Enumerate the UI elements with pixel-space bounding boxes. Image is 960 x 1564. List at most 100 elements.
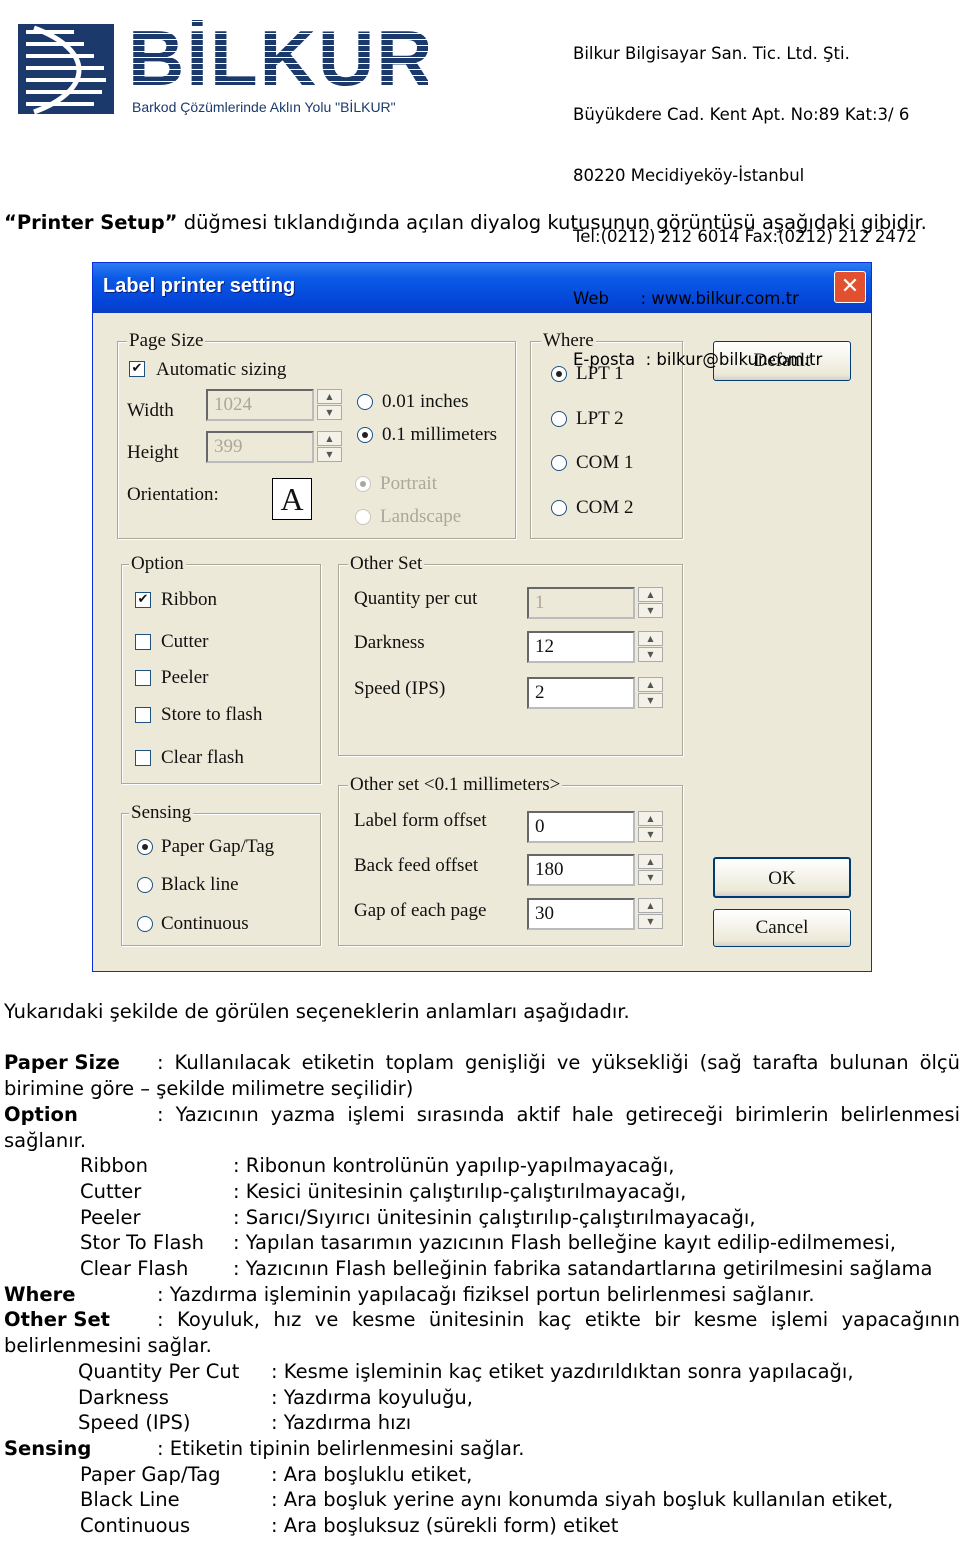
definition: : Etiketin tipinin belirlenmesini sağlar…: [157, 1436, 525, 1460]
port-lpt1-radio[interactable]: [551, 366, 567, 382]
logo-wordmark: BİLKUR: [128, 20, 428, 100]
black-line-label: Black line: [161, 874, 239, 895]
other-set-definition: Other Set: Koyuluk, hız ve kesme ünitesi…: [4, 1307, 960, 1358]
store-to-flash-checkbox[interactable]: [135, 707, 151, 723]
term: Speed (IPS): [78, 1411, 191, 1435]
cutter-label: Cutter: [161, 631, 209, 652]
darkness-input[interactable]: 12: [527, 631, 635, 663]
address-line: Web : www.bilkur.com.tr: [573, 288, 799, 308]
other-set-legend: Other Set: [348, 553, 425, 575]
explanation-section: Yukarıdaki şekilde de görülen seçenekler…: [4, 999, 960, 1539]
orientation-page-icon: A: [272, 478, 312, 520]
gap-each-page-input[interactable]: 30: [527, 898, 635, 930]
logo-slogan: Barkod Çözümlerinde Aklın Yolu "BİLKUR": [132, 99, 396, 115]
landscape-label: Landscape: [380, 506, 462, 527]
option-item: Peeler : Sarıcı/Sıyırıcı ünitesinin çalış…: [4, 1205, 960, 1231]
definition: : Yazıcının Flash belleğinin fabrika sat…: [233, 1257, 933, 1281]
port-lpt2-radio[interactable]: [551, 411, 567, 427]
bilkur-logo: BİLKUR Barkod Çözümlerinde Aklın Yolu "B…: [14, 20, 434, 124]
definition: : Kesme işleminin kaç etiket yazdırıldık…: [271, 1359, 854, 1383]
portrait-label: Portrait: [380, 473, 437, 494]
term: Option: [4, 1102, 78, 1126]
quantity-per-cut-spinner[interactable]: ▲ ▼: [638, 587, 663, 619]
definition: : Sarıcı/Sıyırıcı ünitesinin çalıştırılı…: [233, 1205, 756, 1229]
port-com2-radio[interactable]: [551, 500, 567, 516]
logo-emblem-icon: [18, 24, 114, 115]
speed-label: Speed (IPS): [354, 678, 446, 699]
sensing-item: Black Line: Ara boşluk yerine aynı konum…: [4, 1487, 960, 1513]
port-com1-label: COM 1: [576, 452, 634, 473]
term: Paper Gap/Tag: [80, 1462, 221, 1486]
quantity-per-cut-label: Quantity per cut: [354, 588, 478, 609]
term: Peeler: [80, 1205, 141, 1229]
definition: : Yazdırma hızı: [271, 1411, 412, 1435]
sensing-item: Continuous: Ara boşluksuz (sürekli form)…: [4, 1513, 960, 1539]
definition: : Kesici ünitesinin çalıştırılıp-çalıştı…: [233, 1179, 687, 1203]
height-input[interactable]: 399: [206, 431, 314, 463]
height-label: Height: [127, 442, 179, 463]
peeler-checkbox[interactable]: [135, 670, 151, 686]
port-com1-radio[interactable]: [551, 455, 567, 471]
ribbon-label: Ribbon: [161, 589, 217, 610]
height-spinner[interactable]: ▲ ▼: [317, 431, 342, 463]
portrait-radio[interactable]: [355, 476, 371, 492]
intro-bold: “Printer Setup”: [4, 211, 178, 234]
ok-button[interactable]: OK: [713, 857, 851, 898]
gap-each-page-spinner[interactable]: ▲ ▼: [638, 898, 663, 930]
term: Sensing: [4, 1436, 92, 1460]
definition: : Yazdırma koyuluğu,: [271, 1385, 473, 1409]
address-line: Tel:(0212) 212 6014 Fax:(0212) 212 2472: [573, 227, 917, 247]
orientation-label: Orientation:: [127, 484, 219, 505]
black-line-radio[interactable]: [137, 877, 153, 893]
automatic-sizing-checkbox[interactable]: ✔: [129, 361, 145, 377]
darkness-spinner[interactable]: ▲ ▼: [638, 631, 663, 663]
term: Darkness: [78, 1385, 169, 1409]
unit-mm-label: 0.1 millimeters: [382, 424, 498, 445]
other-set-mm-legend: Other set <0.1 millimeters>: [348, 774, 563, 796]
sensing-definition: Sensing : Etiketin tipinin belirlenmesini…: [4, 1436, 960, 1462]
term: Other Set: [4, 1308, 111, 1332]
store-to-flash-label: Store to flash: [161, 704, 263, 725]
option-definition: Option: Yazıcının yazma işlemi sırasında…: [4, 1102, 960, 1153]
port-com2-label: COM 2: [576, 497, 634, 518]
address-line: Bilkur Bilgisayar San. Tic. Ltd. Şti.: [573, 43, 850, 63]
term: Paper Size: [4, 1051, 120, 1075]
automatic-sizing-label: Automatic sizing: [156, 359, 287, 380]
cutter-checkbox[interactable]: [135, 634, 151, 650]
back-feed-offset-input[interactable]: 180: [527, 854, 635, 886]
address-line: Büyükdere Cad. Kent Apt. No:89 Kat:3/ 6: [573, 105, 910, 125]
width-input[interactable]: 1024: [206, 389, 314, 421]
unit-inches-radio[interactable]: [357, 394, 373, 410]
speed-input[interactable]: 2: [527, 677, 635, 709]
ribbon-checkbox[interactable]: ✔: [135, 592, 151, 608]
dialog-title: Label printer setting: [103, 275, 296, 297]
term: Stor To Flash: [80, 1231, 204, 1255]
clear-flash-checkbox[interactable]: [135, 750, 151, 766]
landscape-radio[interactable]: [355, 509, 371, 525]
term: Quantity Per Cut: [78, 1359, 240, 1383]
darkness-label: Darkness: [354, 632, 425, 653]
width-spinner[interactable]: ▲ ▼: [317, 389, 342, 421]
label-form-offset-input[interactable]: 0: [527, 811, 635, 843]
back-feed-offset-label: Back feed offset: [354, 855, 479, 876]
address-line: 80220 Mecidiyeköy-İstanbul: [573, 166, 805, 186]
port-lpt2-label: LPT 2: [576, 408, 624, 429]
continuous-label: Continuous: [161, 913, 249, 934]
label-form-offset-spinner[interactable]: ▲ ▼: [638, 811, 663, 843]
definition: : Ribonun kontrolünün yapılıp-yapılmayac…: [233, 1154, 675, 1178]
page-size-legend: Page Size: [127, 330, 206, 352]
gap-each-page-label: Gap of each page: [354, 900, 487, 921]
back-feed-offset-spinner[interactable]: ▲ ▼: [638, 854, 663, 886]
paper-gap-label: Paper Gap/Tag: [161, 836, 275, 857]
peeler-label: Peeler: [161, 667, 209, 688]
other-set-item: Darkness : Yazdırma koyuluğu,: [4, 1385, 960, 1411]
other-set-item: Quantity Per Cut : Kesme işleminin kaç et…: [4, 1359, 960, 1385]
unit-mm-radio[interactable]: [357, 427, 373, 443]
cancel-button[interactable]: Cancel: [713, 909, 851, 947]
address-line: E-posta : bilkur@bilkur.com.tr: [573, 349, 823, 369]
paper-gap-radio[interactable]: [137, 839, 153, 855]
speed-spinner[interactable]: ▲ ▼: [638, 677, 663, 709]
continuous-radio[interactable]: [137, 916, 153, 932]
quantity-per-cut-input[interactable]: 1: [527, 587, 635, 619]
option-item: Ribbon: Ribonun kontrolünün yapılıp-yapı…: [4, 1153, 960, 1179]
